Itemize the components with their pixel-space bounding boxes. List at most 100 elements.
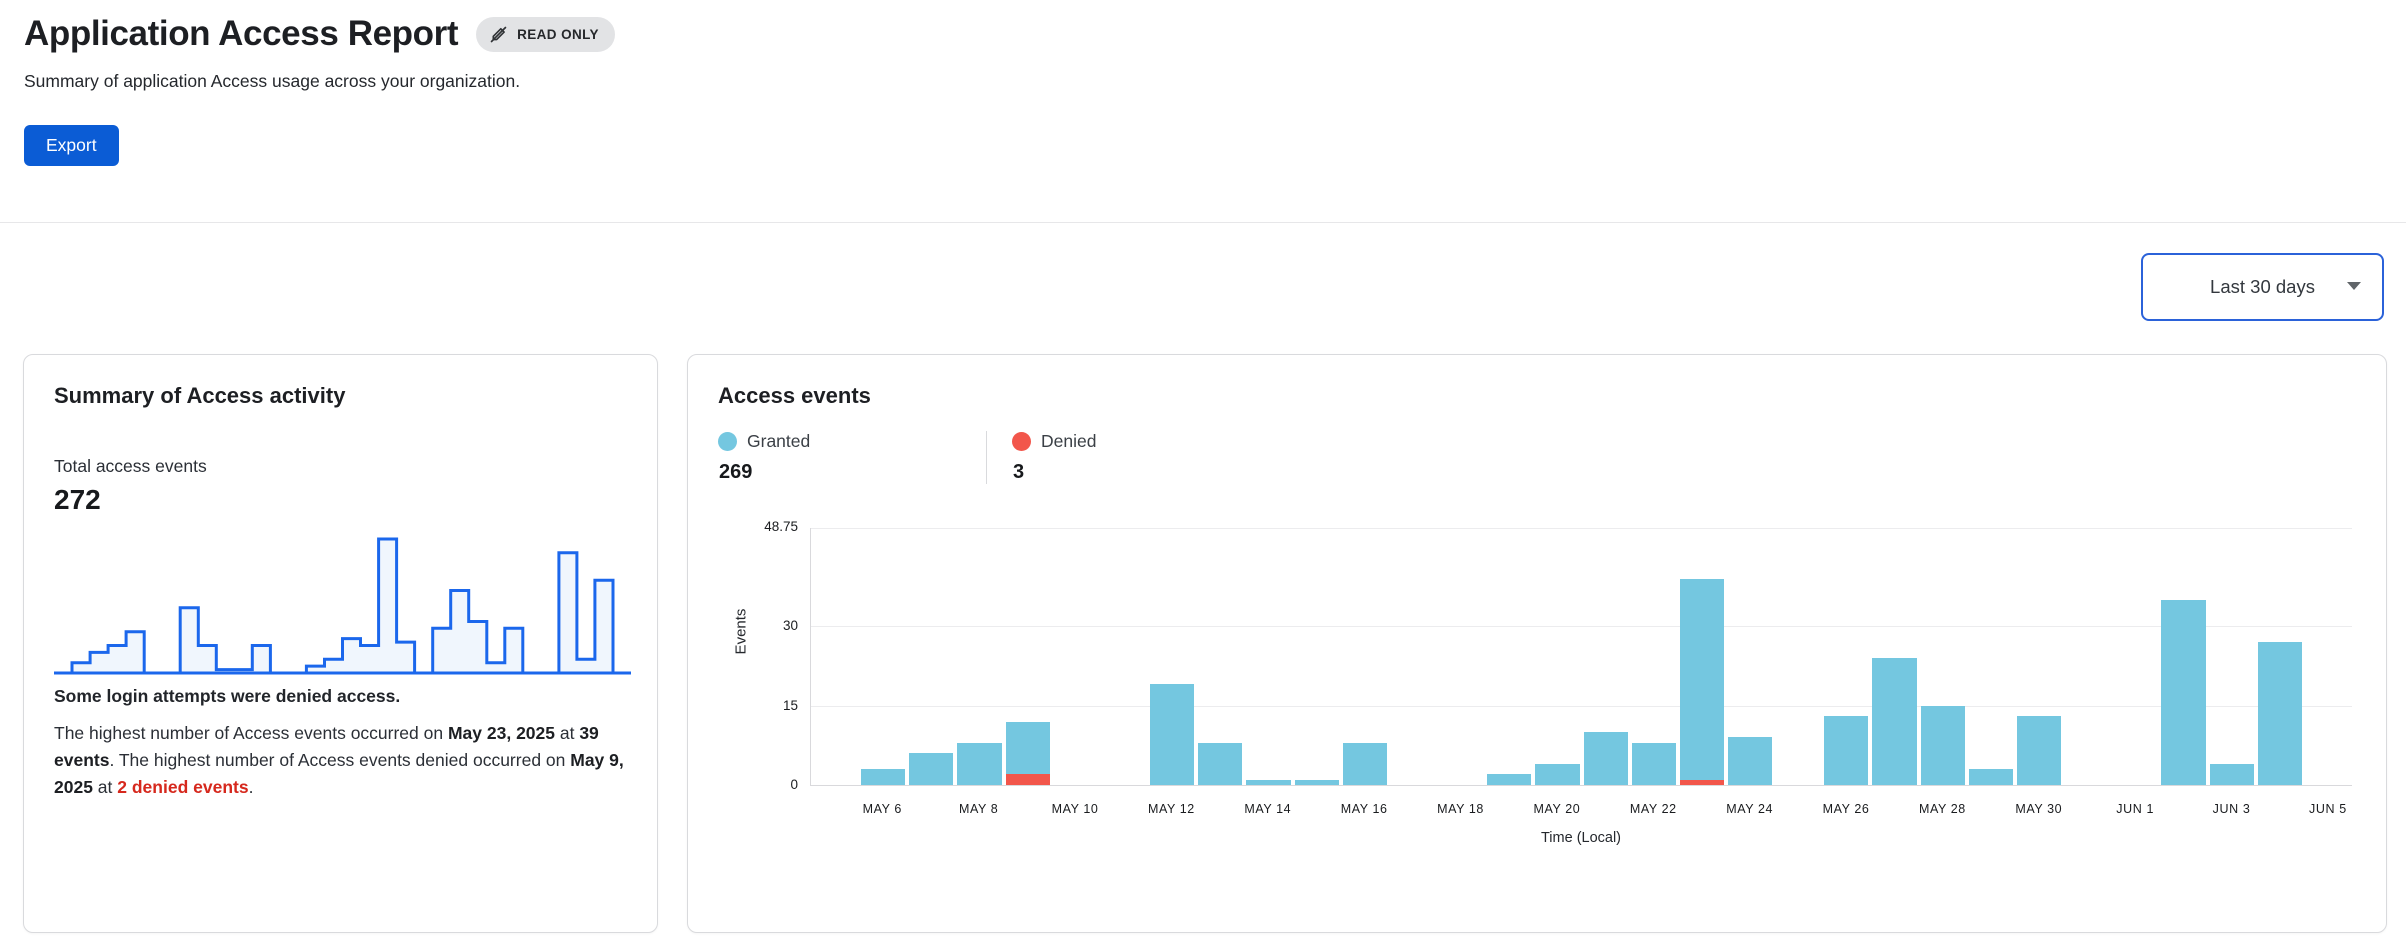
chart-legend: Granted 269 Denied 3	[718, 431, 2356, 484]
bar-may-22	[1632, 743, 1676, 785]
read-only-badge-label: READ ONLY	[517, 27, 599, 42]
summary-card: Summary of Access activity Total access …	[23, 354, 658, 933]
x-tick-label: MAY 20	[1533, 802, 1580, 816]
bar-denied-segment	[1680, 780, 1724, 785]
total-events-label: Total access events	[54, 456, 627, 477]
bar-granted-segment	[1150, 684, 1194, 785]
bar-may-8	[957, 743, 1001, 785]
bar-may-28	[1921, 706, 1965, 785]
chevron-down-icon	[2346, 278, 2362, 296]
x-tick-label: MAY 22	[1630, 802, 1677, 816]
denied-highlight-text: Some login attempts were denied access.	[54, 686, 627, 707]
bar-granted-segment	[1680, 579, 1724, 780]
header-divider	[0, 222, 2406, 223]
bar-may-16	[1343, 743, 1387, 785]
bar-may-27	[1872, 658, 1916, 785]
peak-date: May 23, 2025	[448, 723, 555, 743]
bar-jun-4	[2258, 642, 2302, 785]
y-tick-label: 0	[736, 777, 798, 792]
bar-may-23	[1680, 579, 1724, 785]
bar-granted-segment	[2161, 600, 2205, 785]
bar-granted-segment	[1198, 743, 1242, 785]
x-tick-label: MAY 30	[2015, 802, 2062, 816]
bar-granted-segment	[909, 753, 953, 785]
read-only-badge: READ ONLY	[476, 17, 615, 52]
page-header: Application Access Report READ ONLY Summ…	[0, 0, 2406, 92]
summary-paragraph: The highest number of Access events occu…	[54, 720, 627, 801]
bar-granted-segment	[1584, 732, 1628, 785]
bar-granted-segment	[1872, 658, 1916, 785]
pencil-off-icon	[489, 25, 508, 44]
x-axis-ticks: Time (Local) MAY 6MAY 8MAY 10MAY 12MAY 1…	[810, 786, 2352, 846]
bar-may-26	[1824, 716, 1868, 785]
activity-sparkline	[54, 533, 631, 675]
bar-granted-segment	[1535, 764, 1579, 785]
y-axis-ticks: 0153048.75	[718, 528, 810, 786]
x-tick-label: MAY 16	[1341, 802, 1388, 816]
granted-value: 269	[718, 461, 986, 484]
bar-granted-segment	[1246, 780, 1290, 785]
bar-granted-segment	[1006, 722, 1050, 775]
access-events-title: Access events	[718, 383, 2356, 409]
bar-may-24	[1728, 737, 1772, 785]
bar-may-12	[1150, 684, 1194, 785]
x-tick-label: JUN 1	[2116, 802, 2154, 816]
bar-may-13	[1198, 743, 1242, 785]
access-events-chart: Events 0153048.75 Time (Local) MAY 6MAY …	[718, 528, 2356, 858]
x-tick-label: MAY 28	[1919, 802, 1966, 816]
x-tick-label: MAY 26	[1823, 802, 1870, 816]
granted-dot-icon	[718, 432, 737, 451]
x-axis-title: Time (Local)	[1541, 830, 1621, 846]
x-tick-label: JUN 5	[2309, 802, 2347, 816]
export-button[interactable]: Export	[24, 125, 119, 166]
y-tick-label: 48.75	[736, 519, 798, 534]
x-tick-label: MAY 18	[1437, 802, 1484, 816]
bar-granted-segment	[1487, 774, 1531, 785]
access-events-card: Access events Granted 269 Denied 3 Event…	[687, 354, 2387, 933]
bar-granted-segment	[2017, 716, 2061, 785]
bar-granted-segment	[861, 769, 905, 785]
bar-granted-segment	[1728, 737, 1772, 785]
gridline	[811, 626, 2352, 627]
date-range-value: Last 30 days	[2210, 276, 2315, 298]
x-tick-label: JUN 3	[2213, 802, 2251, 816]
x-tick-label: MAY 24	[1726, 802, 1773, 816]
page-subtitle: Summary of application Access usage acro…	[24, 71, 2382, 92]
bar-granted-segment	[1343, 743, 1387, 785]
bar-granted-segment	[1921, 706, 1965, 785]
gridline	[811, 706, 2352, 707]
bar-may-20	[1535, 764, 1579, 785]
gridline	[811, 528, 2352, 529]
bar-denied-segment	[1006, 774, 1050, 785]
bar-granted-segment	[1632, 743, 1676, 785]
bar-plot	[810, 528, 2352, 786]
denied-label: Denied	[1041, 431, 1096, 452]
granted-label: Granted	[747, 431, 810, 452]
bar-jun-3	[2210, 764, 2254, 785]
legend-item-denied: Denied 3	[987, 431, 1096, 484]
bar-may-9	[1006, 722, 1050, 786]
bar-may-29	[1969, 769, 2013, 785]
bar-granted-segment	[1295, 780, 1339, 785]
page-title: Application Access Report	[24, 14, 458, 54]
bar-may-7	[909, 753, 953, 785]
x-tick-label: MAY 14	[1244, 802, 1291, 816]
denied-count-text: 2 denied events	[117, 777, 248, 797]
x-tick-label: MAY 6	[863, 802, 902, 816]
summary-card-title: Summary of Access activity	[54, 383, 627, 409]
y-tick-label: 30	[736, 618, 798, 633]
bar-granted-segment	[2258, 642, 2302, 785]
x-tick-label: MAY 12	[1148, 802, 1195, 816]
x-tick-label: MAY 10	[1052, 802, 1099, 816]
y-tick-label: 15	[736, 698, 798, 713]
bar-granted-segment	[1824, 716, 1868, 785]
bar-may-6	[861, 769, 905, 785]
bar-may-30	[2017, 716, 2061, 785]
legend-item-granted: Granted 269	[718, 431, 986, 484]
bar-granted-segment	[2210, 764, 2254, 785]
bar-granted-segment	[1969, 769, 2013, 785]
denied-dot-icon	[1012, 432, 1031, 451]
denied-value: 3	[1012, 461, 1096, 484]
bar-may-21	[1584, 732, 1628, 785]
date-range-select[interactable]: Last 30 days	[2141, 253, 2384, 321]
